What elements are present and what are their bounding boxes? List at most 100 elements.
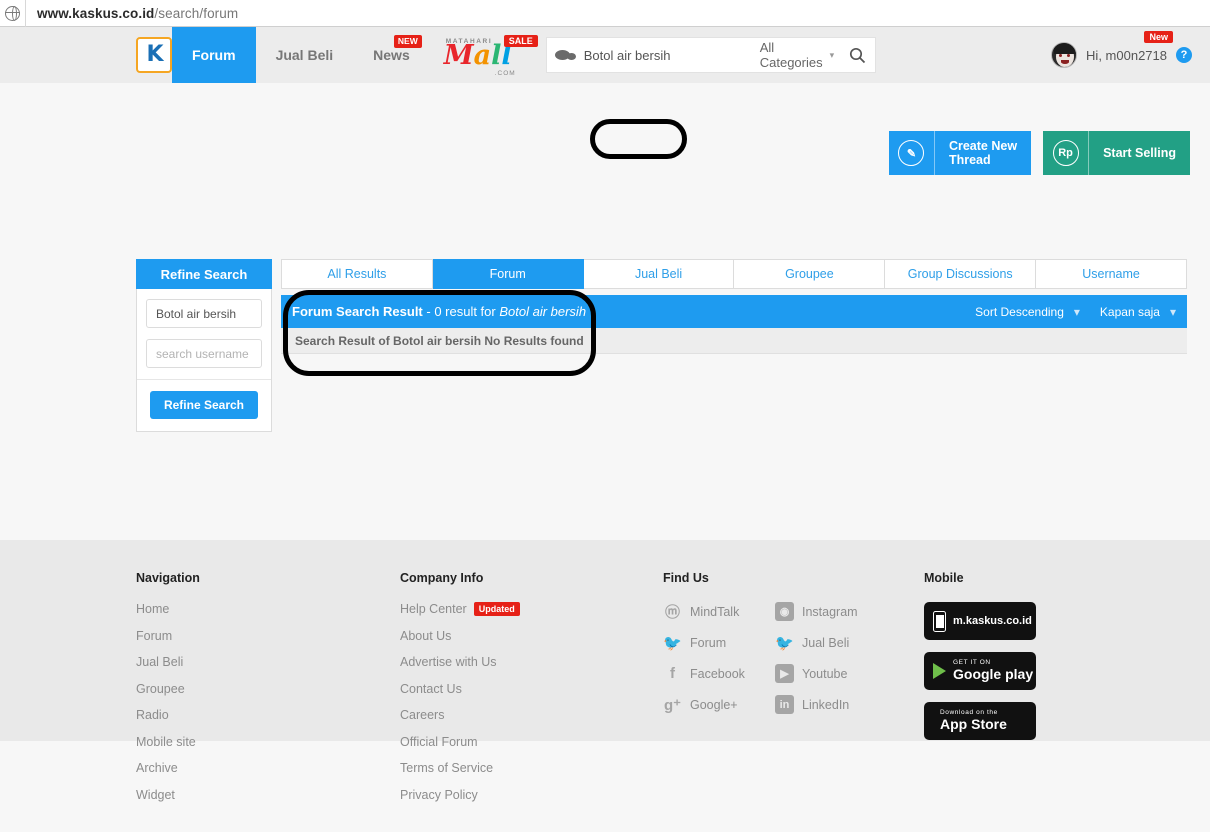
- browser-url-bar[interactable]: www.kaskus.co.id/search/forum: [0, 0, 1210, 27]
- create-thread-line2: Thread: [948, 153, 991, 167]
- sort-descending-dropdown[interactable]: Sort Descending ▾: [975, 305, 1080, 319]
- footer-link-home[interactable]: Home: [136, 602, 200, 616]
- search-input[interactable]: [575, 47, 760, 63]
- mataharimall-wordmark: Mall: [443, 40, 512, 71]
- instagram-icon: ◉: [775, 602, 794, 621]
- footer-link-careers[interactable]: Careers: [400, 708, 520, 722]
- footer-link-groupee[interactable]: Groupee: [136, 682, 200, 696]
- social-label-facebook: Facebook: [690, 666, 745, 681]
- footer-navigation-column: Navigation Home Forum Jual Beli Groupee …: [136, 571, 200, 814]
- search-result-sorts: Sort Descending ▾ Kapan saja ▾: [975, 305, 1176, 319]
- tab-forum[interactable]: Forum: [432, 259, 584, 289]
- footer-link-jual-beli[interactable]: Jual Beli: [136, 655, 200, 669]
- footer-link-contact-us[interactable]: Contact Us: [400, 682, 520, 696]
- search-result-tabs: All Results Forum Jual Beli Groupee Grou…: [281, 259, 1187, 289]
- footer-link-about-us[interactable]: About Us: [400, 629, 520, 643]
- refine-username-input[interactable]: [146, 339, 262, 368]
- search-result-title-rest: - 0 result for: [422, 304, 500, 319]
- kaskus-logo[interactable]: K: [136, 37, 172, 73]
- category-selector[interactable]: All Categories ▾: [760, 40, 840, 70]
- social-link-forum[interactable]: 🐦 Forum: [663, 633, 775, 652]
- sort-descending-label: Sort Descending: [975, 304, 1064, 319]
- footer-link-mobile-site[interactable]: Mobile site: [136, 735, 200, 749]
- social-link-mindtalk[interactable]: ⓜ MindTalk: [663, 602, 775, 621]
- user-greeting[interactable]: Hi, m00n2718 New: [1086, 30, 1173, 63]
- mataharimall-com-text: .COM: [494, 70, 516, 77]
- googleplus-icon: g⁺: [663, 696, 682, 714]
- footer-link-archive[interactable]: Archive: [136, 761, 200, 775]
- search-result-title-bold: Forum Search Result: [292, 304, 423, 319]
- google-play-badge[interactable]: GET IT ON Google play: [924, 652, 1036, 690]
- refine-keyword-input[interactable]: [146, 299, 262, 328]
- social-link-jual-beli[interactable]: 🐦 Jual Beli: [775, 633, 887, 652]
- social-link-youtube[interactable]: ▶ Youtube: [775, 664, 887, 683]
- footer-link-forum[interactable]: Forum: [136, 629, 200, 643]
- social-link-linkedin[interactable]: in LinkedIn: [775, 695, 887, 714]
- start-selling-button[interactable]: Rp Start Selling: [1043, 131, 1190, 175]
- social-link-instagram[interactable]: ◉ Instagram: [775, 602, 887, 621]
- question-mark-icon[interactable]: ?: [1176, 47, 1192, 63]
- tab-jual-beli[interactable]: Jual Beli: [583, 259, 735, 289]
- time-filter-dropdown[interactable]: Kapan saja ▾: [1100, 305, 1176, 319]
- url-domain: www.kaskus.co.id: [37, 5, 155, 21]
- footer-company-title: Company Info: [400, 571, 484, 585]
- search-result-message: Search Result of Botol air bersih No Res…: [281, 328, 1187, 354]
- url-text[interactable]: www.kaskus.co.id/search/forum: [26, 6, 238, 21]
- tab-all-results[interactable]: All Results: [281, 259, 433, 289]
- footer-link-help-center[interactable]: Help Center Updated: [400, 602, 520, 616]
- mataharimall-logo[interactable]: MATAHARI Mall .COM SALE: [442, 34, 538, 77]
- footer-mobile-title: Mobile: [924, 571, 964, 585]
- search-icon[interactable]: [840, 38, 875, 72]
- category-label: All Categories: [759, 40, 823, 70]
- facebook-icon: f: [670, 665, 675, 682]
- social-link-googleplus[interactable]: g⁺ Google+: [663, 695, 775, 714]
- user-area[interactable]: Hi, m00n2718 New ?: [1051, 27, 1192, 83]
- social-label-mindtalk: MindTalk: [690, 604, 740, 619]
- avatar[interactable]: [1051, 42, 1078, 68]
- rupiah-icon-text: Rp: [1052, 140, 1079, 166]
- nav-item-jual-beli[interactable]: Jual Beli: [256, 27, 354, 83]
- time-filter-label: Kapan saja: [1099, 304, 1160, 319]
- tab-label-group-discussions: Group Discussions: [907, 267, 1013, 281]
- search-result-query: Botol air bersih: [499, 304, 587, 319]
- tab-groupee[interactable]: Groupee: [734, 259, 886, 289]
- refine-search-button[interactable]: Refine Search: [149, 391, 259, 419]
- search-result-empty-area: [281, 354, 1187, 376]
- app-store-badge[interactable]: Download on the App Store: [924, 702, 1036, 740]
- create-thread-label: Create New Thread: [935, 139, 1031, 168]
- refine-search-body: Refine Search: [136, 289, 272, 432]
- site-header: K Forum Jual Beli News NEW MATAHARI Mall…: [0, 27, 1210, 83]
- chat-bubble-icon[interactable]: [554, 50, 576, 60]
- header-search-bar[interactable]: All Categories ▾: [545, 37, 876, 73]
- footer-company-column: Company Info Help Center Updated About U…: [400, 571, 520, 814]
- social-link-facebook[interactable]: f Facebook: [663, 664, 775, 683]
- twitter-icon: 🐦: [775, 634, 794, 652]
- pencil-icon: ✎: [889, 131, 935, 175]
- create-new-thread-button[interactable]: ✎ Create New Thread: [888, 131, 1032, 175]
- footer-link-privacy[interactable]: Privacy Policy: [400, 788, 520, 802]
- social-label-instagram: Instagram: [802, 604, 858, 619]
- twitter-icon: 🐦: [663, 634, 682, 652]
- footer-link-terms[interactable]: Terms of Service: [400, 761, 520, 775]
- footer-navigation-title: Navigation: [136, 571, 200, 585]
- nav-item-forum[interactable]: Forum: [172, 27, 256, 83]
- tab-username[interactable]: Username: [1036, 259, 1187, 289]
- refine-search-header: Refine Search: [136, 259, 272, 289]
- mobile-site-badge[interactable]: m.kaskus.co.id: [924, 602, 1036, 640]
- nav-item-news[interactable]: News NEW: [353, 27, 430, 83]
- tab-group-discussions[interactable]: Group Discussions: [885, 259, 1037, 289]
- footer-link-widget[interactable]: Widget: [136, 788, 200, 802]
- nav-label-news: News: [373, 47, 410, 63]
- news-new-badge: NEW: [393, 35, 422, 48]
- app-store-small: Download on the: [940, 708, 998, 716]
- site-footer: Navigation Home Forum Jual Beli Groupee …: [0, 540, 1210, 802]
- footer-find-us-column: Find Us ⓜ MindTalk ◉ Instagram 🐦 Forum 🐦…: [663, 571, 887, 714]
- footer-link-radio[interactable]: Radio: [136, 708, 200, 722]
- social-label-jual-beli: Jual Beli: [802, 635, 850, 650]
- footer-link-official-forum[interactable]: Official Forum: [400, 735, 520, 749]
- refine-search-sidebar: Refine Search Refine Search: [136, 259, 272, 432]
- mobile-site-label: m.kaskus.co.id: [953, 614, 1032, 627]
- start-selling-label: Start Selling: [1103, 145, 1176, 160]
- annotation-search-field: [590, 119, 687, 159]
- footer-link-advertise[interactable]: Advertise with Us: [400, 655, 520, 669]
